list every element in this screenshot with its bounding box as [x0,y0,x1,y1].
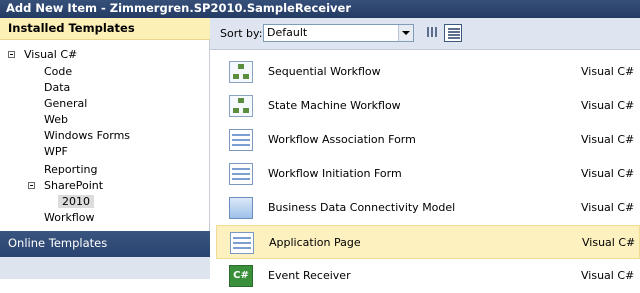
template-name: Business Data Connectivity Model [268,201,456,214]
template-name: Event Receiver [268,269,351,282]
templates-list: Sequential Workflow Visual C# State Mach… [210,50,640,287]
left-panel-footer [0,257,210,279]
tree-item-sharepoint-2010[interactable]: 2010 [58,194,94,210]
template-language: Visual C# [581,65,635,78]
template-item-application-page[interactable]: Application Page Visual C# [216,225,640,259]
tree-item-data[interactable]: Data [44,80,70,96]
template-item-sequential-workflow[interactable]: Sequential Workflow Visual C# [216,55,640,89]
template-language: Visual C# [581,99,635,112]
template-language: Visual C# [581,201,635,214]
collapse-toggle-icon[interactable] [28,182,35,189]
details-view-button[interactable] [444,24,462,42]
template-language: Visual C# [581,167,635,180]
form-icon [229,163,253,185]
sort-by-label: Sort by: [220,27,263,40]
template-item-workflow-initiation-form[interactable]: Workflow Initiation Form Visual C# [216,157,640,191]
csharp-file-icon: C# [229,265,253,287]
sort-by-select[interactable]: Default [263,24,414,42]
template-name: Sequential Workflow [268,65,381,78]
tree-item-label: SharePoint [44,179,104,192]
tree-item-reporting[interactable]: Reporting [44,162,97,178]
template-language: Visual C# [582,236,636,249]
tree-item-workflow[interactable]: Workflow [44,210,95,226]
tree-item-wpf[interactable]: WPF [44,144,68,160]
tree-item-label: 2010 [58,195,94,208]
installed-templates-panel: Installed Templates Visual C# Code Data … [0,18,210,279]
online-templates-header[interactable]: Online Templates [0,231,210,257]
template-item-business-data-connectivity-model[interactable]: Business Data Connectivity Model Visual … [216,191,640,225]
template-name: State Machine Workflow [268,99,401,112]
workflow-icon [229,95,253,117]
templates-toolbar: Sort by: Default [210,18,640,50]
tree-item-general[interactable]: General [44,96,87,112]
tree-item-label: Visual C# [24,48,78,61]
installed-templates-header: Installed Templates [0,18,210,40]
template-name: Application Page [269,236,361,249]
tree-item-web[interactable]: Web [44,112,68,128]
tree-item-windows-forms[interactable]: Windows Forms [44,128,130,144]
template-language: Visual C# [581,133,635,146]
small-icons-view-button[interactable] [423,24,441,42]
template-item-workflow-association-form[interactable]: Workflow Association Form Visual C# [216,123,640,157]
template-name: Workflow Association Form [268,133,416,146]
template-item-state-machine-workflow[interactable]: State Machine Workflow Visual C# [216,89,640,123]
template-name: Workflow Initiation Form [268,167,402,180]
template-item-event-receiver[interactable]: C# Event Receiver Visual C# [216,259,640,293]
template-language: Visual C# [581,269,635,282]
workflow-icon [229,61,253,83]
bdc-model-icon [229,197,253,219]
sort-by-value: Default [267,26,308,39]
form-icon [229,129,253,151]
tree-item-code[interactable]: Code [44,64,72,80]
form-icon [230,232,254,254]
dialog-title: Add New Item - Zimmergren.SP2010.SampleR… [0,0,640,18]
chevron-down-icon[interactable] [398,25,413,41]
collapse-toggle-icon[interactable] [8,51,15,58]
